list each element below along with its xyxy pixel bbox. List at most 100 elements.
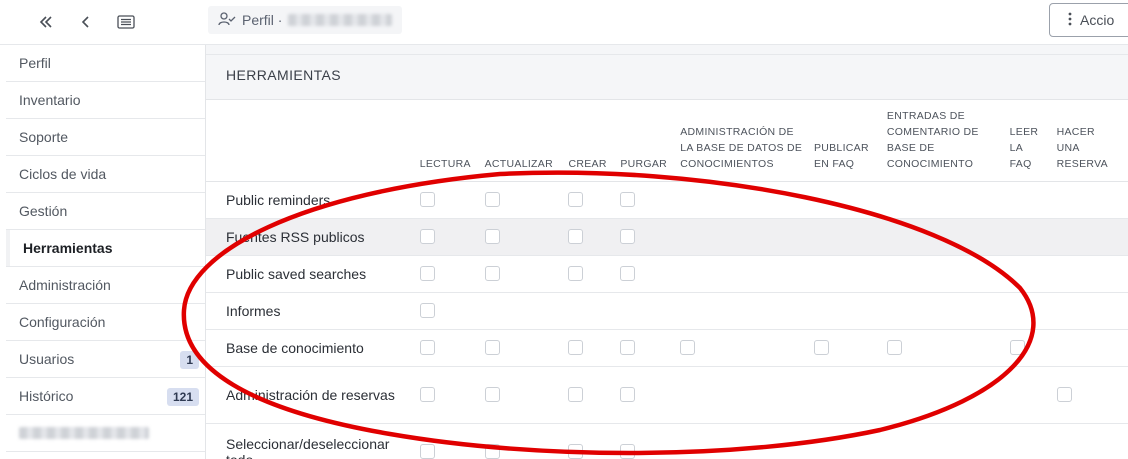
permission-cell bbox=[680, 218, 814, 256]
permission-checkbox[interactable] bbox=[568, 192, 584, 207]
permission-checkbox[interactable] bbox=[886, 340, 902, 355]
permission-cell bbox=[1056, 218, 1128, 256]
permission-cell bbox=[813, 366, 887, 424]
permission-cell bbox=[886, 366, 1010, 424]
actions-button[interactable]: Accio bbox=[1049, 3, 1128, 37]
row-label: Seleccionar/deseleccionar todo bbox=[206, 423, 420, 459]
row-label: Public reminders bbox=[206, 181, 420, 219]
permission-checkbox[interactable] bbox=[620, 387, 636, 402]
sidebar-item-configuracion[interactable]: Configuración bbox=[6, 304, 205, 341]
permission-cell bbox=[568, 366, 621, 424]
sidebar-item-label: Gestión bbox=[19, 203, 68, 219]
sidebar-item-historico[interactable]: Histórico 121 bbox=[6, 378, 205, 415]
permission-checkbox[interactable] bbox=[620, 266, 636, 281]
permission-checkbox[interactable] bbox=[419, 387, 435, 402]
permission-checkbox[interactable] bbox=[813, 340, 829, 355]
permission-cell bbox=[620, 292, 681, 330]
permission-cell bbox=[813, 292, 887, 330]
permission-checkbox[interactable] bbox=[419, 266, 435, 281]
permission-checkbox[interactable] bbox=[620, 340, 636, 355]
permission-cell bbox=[680, 366, 814, 424]
permission-checkbox[interactable] bbox=[484, 266, 500, 281]
sidebar-item-perfil[interactable]: Perfil bbox=[6, 45, 205, 82]
permission-cell bbox=[813, 255, 887, 293]
nav-buttons bbox=[26, 10, 146, 34]
sidebar-item-usuarios[interactable]: Usuarios 1 bbox=[6, 341, 205, 378]
table-row: Public reminders bbox=[206, 181, 1128, 219]
sidebar-item-administracion[interactable]: Administración bbox=[6, 267, 205, 304]
permission-checkbox[interactable] bbox=[419, 444, 435, 459]
permission-cell bbox=[680, 255, 814, 293]
permission-cell bbox=[419, 255, 485, 293]
permission-cell bbox=[1009, 423, 1057, 459]
sidebar-item-redacted[interactable] bbox=[6, 415, 205, 452]
sidebar: Perfil Inventario Soporte Ciclos de vida… bbox=[6, 45, 206, 459]
permission-cell bbox=[620, 181, 681, 219]
sidebar-item-ciclos-de-vida[interactable]: Ciclos de vida bbox=[6, 156, 205, 193]
permission-checkbox[interactable] bbox=[484, 192, 500, 207]
permission-cell bbox=[419, 218, 485, 256]
list-icon[interactable] bbox=[106, 10, 146, 34]
column-header: LEER LA FAQ bbox=[1009, 100, 1057, 182]
permission-checkbox[interactable] bbox=[568, 387, 584, 402]
permission-cell bbox=[419, 181, 485, 219]
row-label: Public saved searches bbox=[206, 255, 420, 293]
permission-cell bbox=[484, 423, 569, 459]
rights-card: HERRAMIENTAS LECTURA ACTUALIZAR CREAR PU… bbox=[206, 54, 1128, 459]
row-label: Informes bbox=[206, 292, 420, 330]
permission-checkbox[interactable] bbox=[484, 387, 500, 402]
permission-cell bbox=[568, 255, 621, 293]
count-badge: 1 bbox=[180, 351, 199, 369]
permission-cell bbox=[568, 181, 621, 219]
chevron-left-icon[interactable] bbox=[66, 10, 106, 34]
permission-checkbox[interactable] bbox=[680, 340, 696, 355]
permission-checkbox[interactable] bbox=[484, 340, 500, 355]
permission-cell bbox=[568, 329, 621, 367]
permission-checkbox[interactable] bbox=[484, 444, 500, 459]
top-bar: Perfil · Accio bbox=[0, 0, 1128, 44]
permission-checkbox[interactable] bbox=[620, 229, 636, 244]
breadcrumb: Perfil · bbox=[208, 6, 403, 34]
permission-cell bbox=[620, 255, 681, 293]
permission-checkbox[interactable] bbox=[1056, 387, 1072, 402]
sidebar-item-herramientas[interactable]: Herramientas bbox=[6, 230, 205, 267]
sidebar-item-label: Perfil bbox=[19, 55, 51, 71]
permission-checkbox[interactable] bbox=[568, 229, 584, 244]
sidebar-item-soporte[interactable]: Soporte bbox=[6, 119, 205, 156]
permission-cell bbox=[1056, 329, 1128, 367]
permission-cell bbox=[680, 181, 814, 219]
permission-cell bbox=[680, 292, 814, 330]
permission-checkbox[interactable] bbox=[419, 303, 435, 318]
permission-checkbox[interactable] bbox=[568, 444, 584, 459]
table-header-row: LECTURA ACTUALIZAR CREAR PURGAR ADMINIST… bbox=[206, 100, 1128, 182]
permission-checkbox[interactable] bbox=[419, 340, 435, 355]
column-header: HACER UNA RESERVA bbox=[1056, 100, 1128, 182]
permission-checkbox[interactable] bbox=[620, 192, 636, 207]
sidebar-item-inventario[interactable]: Inventario bbox=[6, 82, 205, 119]
count-badge: 121 bbox=[166, 388, 199, 406]
permission-cell bbox=[1009, 329, 1057, 367]
vertical-dots-icon bbox=[1068, 12, 1072, 29]
double-chevron-left-icon[interactable] bbox=[26, 10, 66, 34]
permission-checkbox[interactable] bbox=[620, 444, 636, 459]
sidebar-item-label: Soporte bbox=[19, 129, 69, 145]
permission-cell bbox=[813, 423, 887, 459]
table-row: Fuentes RSS publicos bbox=[206, 218, 1128, 256]
permission-checkbox[interactable] bbox=[568, 340, 584, 355]
permission-checkbox[interactable] bbox=[1009, 340, 1025, 355]
permission-cell bbox=[813, 181, 887, 219]
section-title: HERRAMIENTAS bbox=[226, 67, 341, 83]
permission-checkbox[interactable] bbox=[568, 266, 584, 281]
permission-cell bbox=[419, 329, 485, 367]
permission-checkbox[interactable] bbox=[484, 229, 500, 244]
permission-checkbox[interactable] bbox=[419, 229, 435, 244]
sidebar-item-label: Histórico bbox=[19, 388, 74, 404]
sidebar-item-gestion[interactable]: Gestión bbox=[6, 193, 205, 230]
permission-cell bbox=[1056, 181, 1128, 219]
redacted-profile-name bbox=[288, 14, 393, 26]
permission-checkbox[interactable] bbox=[419, 192, 435, 207]
permission-cell bbox=[1009, 366, 1057, 424]
permission-cell bbox=[568, 292, 621, 330]
permission-cell bbox=[1056, 292, 1128, 330]
permission-cell bbox=[419, 366, 485, 424]
